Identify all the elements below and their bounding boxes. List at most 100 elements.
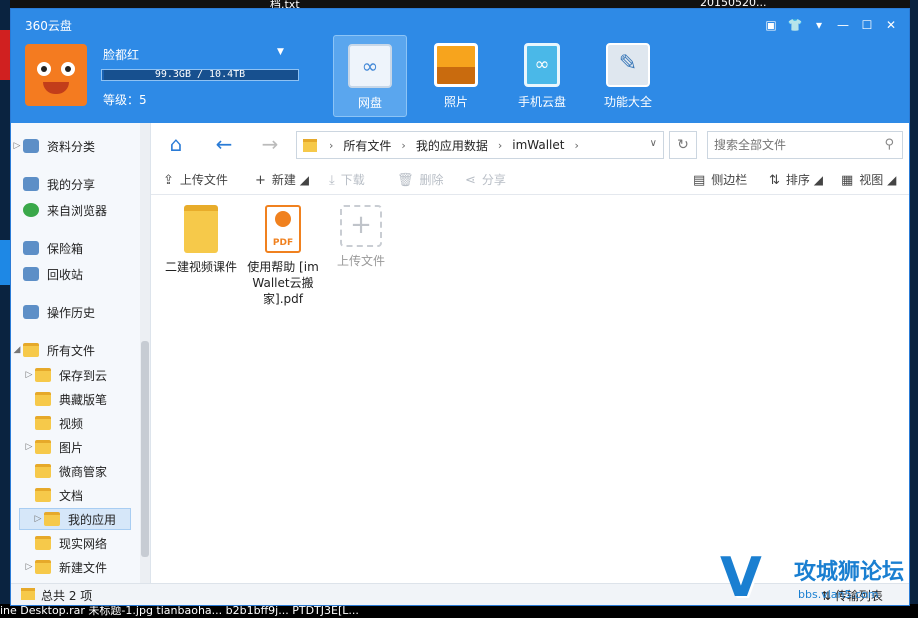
sidebar-folder[interactable]: 现实网络 xyxy=(11,532,139,554)
delete-button[interactable]: 🗑 删除 xyxy=(397,171,444,188)
sidebar-item-browser[interactable]: 来自浏览器 xyxy=(11,199,139,221)
view-label: 视图 xyxy=(859,173,884,187)
cloud-disk-icon xyxy=(348,44,392,88)
trash-icon: 🗑 xyxy=(397,173,414,188)
tab-label: 照片 xyxy=(443,95,468,109)
refresh-button[interactable]: ↻ xyxy=(669,131,697,159)
watermark-url: bbs.vlan5.com xyxy=(798,588,879,601)
grid-icon: ▦ xyxy=(841,173,854,188)
minimize-icon[interactable]: — xyxy=(835,17,851,33)
tab-photos[interactable]: 照片 xyxy=(419,35,493,117)
folder-icon xyxy=(35,416,51,430)
expand-arrow-icon[interactable]: ▷ xyxy=(23,370,35,380)
sidebar-folder[interactable]: 视频 xyxy=(11,412,139,434)
sort-button[interactable]: ⇅ 排序 ◢ xyxy=(769,171,823,188)
chevron-down-icon[interactable]: ∨ xyxy=(650,138,657,149)
plus-icon: + xyxy=(255,173,266,188)
sidebar-item-label: 微商管家 xyxy=(59,464,108,479)
view-button[interactable]: ▦ 视图 ◢ xyxy=(841,171,896,188)
sidebar-item-categories[interactable]: ▷ 资料分类 xyxy=(11,135,139,157)
file-item-folder[interactable]: 二建视频课件 xyxy=(161,205,241,275)
back-arrow-icon[interactable]: ← xyxy=(211,133,237,155)
sidebar-toggle-button[interactable]: ▤ 侧边栏 xyxy=(693,171,747,188)
sidebar-folder[interactable]: ▷ 图片 xyxy=(11,436,139,458)
title-bar: 360云盘 ▣ 👕 ▾ — ☐ ✕ 脸都红 ▼ 99.3GB / 10.4TB … xyxy=(11,9,909,123)
skin-icon[interactable]: 👕 xyxy=(787,17,803,33)
share-icon xyxy=(23,177,39,191)
breadcrumb-item[interactable]: imWallet xyxy=(506,138,570,152)
sidebar-folder[interactable]: ▷ 保存到云 xyxy=(11,364,139,386)
search-box: ⚲ xyxy=(707,131,903,159)
sidebar-folder[interactable]: 微商管家 xyxy=(11,460,139,482)
maximize-icon[interactable]: ☐ xyxy=(859,17,875,33)
docs-icon xyxy=(23,139,39,153)
sidebar-item-label: 来自浏览器 xyxy=(47,203,108,218)
tab-label: 功能大全 xyxy=(603,95,652,109)
avatar[interactable] xyxy=(25,44,87,106)
download-button[interactable]: ⤓ 下载 xyxy=(329,171,365,188)
sidebar-folder[interactable]: 文档 xyxy=(11,484,139,506)
sidebar-item-label: 视频 xyxy=(59,416,84,431)
sidebar-item-label: 回收站 xyxy=(47,267,84,282)
sidebar-item-label: 典藏版笔 xyxy=(59,392,108,407)
sidebar-item-safe[interactable]: 保险箱 xyxy=(11,237,139,259)
folder-icon xyxy=(35,560,51,574)
sidebar-folder[interactable]: 典藏版笔 xyxy=(11,388,139,410)
file-name: 二建视频课件 xyxy=(164,260,237,274)
safe-icon xyxy=(23,241,39,255)
upload-label: 上传文件 xyxy=(179,173,228,187)
forward-arrow-icon[interactable]: → xyxy=(257,133,283,155)
share-button[interactable]: ⋖ 分享 xyxy=(465,171,506,188)
sidebar-item-history[interactable]: 操作历史 xyxy=(11,301,139,323)
upload-tile[interactable]: + 上传文件 xyxy=(321,205,401,269)
plus-icon: + xyxy=(340,205,382,247)
menu-icon[interactable]: ▾ xyxy=(811,17,827,33)
desktop-left-strip xyxy=(0,0,10,618)
sidebar-item-label: 操作历史 xyxy=(47,305,96,320)
history-icon xyxy=(23,305,39,319)
feedback-icon[interactable]: ▣ xyxy=(763,17,779,33)
expand-arrow-icon[interactable]: ▷ xyxy=(23,442,35,452)
breadcrumb-item[interactable]: 所有文件 xyxy=(337,137,397,154)
expand-arrow-icon[interactable]: ▷ xyxy=(32,514,44,524)
upload-tile-label: 上传文件 xyxy=(336,254,385,268)
home-icon[interactable]: ⌂ xyxy=(163,133,189,155)
folder-icon xyxy=(303,138,317,152)
search-input[interactable] xyxy=(708,132,868,158)
sidebar-item-label: 现实网络 xyxy=(59,536,108,551)
sidebar-folder[interactable]: ▷ 新建文件 xyxy=(11,556,139,578)
sidebar-scrollbar[interactable] xyxy=(140,123,150,583)
sidebar-item-all-files[interactable]: ◢ 所有文件 xyxy=(11,339,139,361)
tab-cloud-disk[interactable]: 网盘 xyxy=(333,35,407,117)
sidebar-folder-selected[interactable]: ▷ 我的应用 xyxy=(19,508,131,530)
sidebar-item-label: 新建文件 xyxy=(59,560,108,575)
upload-button[interactable]: ⇪ 上传文件 xyxy=(163,171,228,188)
chevron-down-icon[interactable]: ▼ xyxy=(277,47,284,57)
scroll-thumb[interactable] xyxy=(141,341,149,557)
sidebar-item-label: 文档 xyxy=(59,488,84,503)
file-item-pdf[interactable]: PDF 使用帮助 [imWallet云搬家].pdf xyxy=(243,205,323,307)
sidebar-item-my-share[interactable]: 我的分享 xyxy=(11,173,139,195)
breadcrumb[interactable]: › 所有文件 › 我的应用数据 › imWallet › ∨ xyxy=(296,131,664,159)
sidebar-item-label: 资料分类 xyxy=(47,139,96,154)
close-icon[interactable]: ✕ xyxy=(883,17,899,33)
breadcrumb-item[interactable]: 我的应用数据 xyxy=(410,137,494,154)
search-icon[interactable]: ⚲ xyxy=(884,137,894,152)
sidebar-item-label: 我的分享 xyxy=(47,177,96,192)
username[interactable]: 脸都红 xyxy=(103,46,139,63)
new-button[interactable]: + 新建 ◢ xyxy=(255,171,309,188)
collapse-arrow-icon[interactable]: ◢ xyxy=(11,345,23,355)
watermark-text: 攻城狮论坛 xyxy=(794,560,905,585)
forum-watermark: V 攻城狮论坛 bbs.vlan5.com xyxy=(720,548,916,612)
app-window: 360云盘 ▣ 👕 ▾ — ☐ ✕ 脸都红 ▼ 99.3GB / 10.4TB … xyxy=(10,8,910,606)
sidebar-item-trash[interactable]: 回收站 xyxy=(11,263,139,285)
tab-phone-cloud[interactable]: 手机云盘 xyxy=(505,35,579,117)
folder-icon xyxy=(21,588,35,600)
trash-icon xyxy=(23,267,39,281)
sidebar-item-label: 我的应用 xyxy=(68,512,117,527)
folder-icon xyxy=(23,343,39,357)
expand-arrow-icon[interactable]: ▷ xyxy=(23,562,35,572)
item-count: 总共 2 项 xyxy=(41,589,93,603)
tab-tools[interactable]: 功能大全 xyxy=(591,35,665,117)
expand-arrow-icon[interactable]: ▷ xyxy=(11,141,23,151)
